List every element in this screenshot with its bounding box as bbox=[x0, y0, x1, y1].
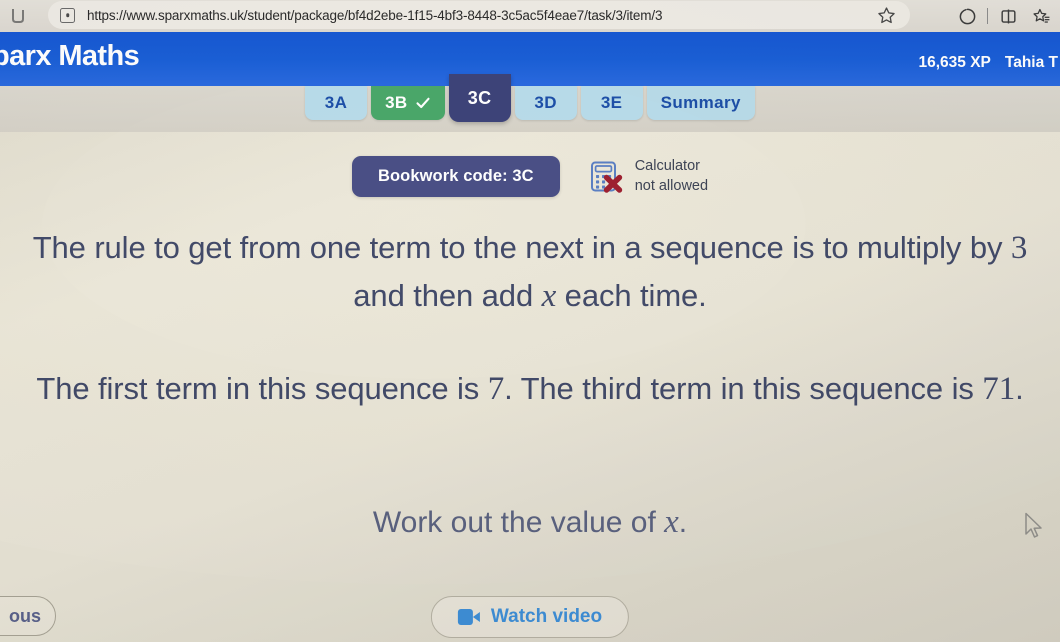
tab-3e-label: 3E bbox=[600, 93, 623, 112]
xp-counter: 16,635 XP bbox=[918, 54, 991, 71]
q2-text-mid: . The third term in this sequence is bbox=[504, 371, 983, 407]
tab-3b[interactable]: 3B bbox=[371, 86, 445, 120]
address-bar[interactable]: https://www.sparxmaths.uk/student/packag… bbox=[48, 1, 910, 29]
tab-3a-label: 3A bbox=[324, 93, 348, 112]
previous-button[interactable]: ous bbox=[0, 596, 56, 636]
task-tabs: 3A 3B 3C 3D 3E Summary bbox=[0, 74, 1060, 132]
q1-variable: x bbox=[541, 278, 557, 315]
instruction-post: . bbox=[678, 506, 688, 539]
user-name[interactable]: Tahia T bbox=[1005, 54, 1058, 72]
calculator-line-2: not allowed bbox=[634, 177, 709, 194]
collections-icon[interactable] bbox=[1026, 1, 1056, 31]
split-screen-icon[interactable] bbox=[993, 1, 1023, 31]
calculator-status: Calculator not allowed bbox=[588, 157, 708, 195]
q1-text-pre: The rule to get from one term to the nex… bbox=[32, 230, 1011, 265]
tab-3d-label: 3D bbox=[534, 93, 557, 112]
tab-3d[interactable]: 3D bbox=[514, 86, 577, 120]
q2-text-pre: The first term in this sequence is bbox=[36, 371, 488, 407]
watch-video-label: Watch video bbox=[490, 606, 603, 627]
q2-first-term: 7 bbox=[487, 371, 505, 408]
tab-3a[interactable]: 3A bbox=[305, 86, 368, 120]
question-content-area: Bookwork code: 3C Calculator not allowed… bbox=[0, 132, 1060, 642]
tab-3c-label: 3C bbox=[467, 87, 492, 108]
watch-video-button[interactable]: Watch video bbox=[430, 596, 630, 638]
browser-toolbar: https://www.sparxmaths.uk/student/packag… bbox=[0, 0, 1060, 32]
question-body: The rule to get from one term to the nex… bbox=[0, 224, 1060, 414]
q2-third-term: 71 bbox=[982, 371, 1016, 408]
bookwork-toolbar: Bookwork code: 3C Calculator not allowed bbox=[0, 156, 1060, 197]
calculator-status-label: Calculator not allowed bbox=[635, 157, 708, 195]
browser-action-icons bbox=[952, 0, 1056, 32]
bookwork-code-badge: Bookwork code: 3C bbox=[351, 156, 560, 197]
question-paragraph-1: The rule to get from one term to the nex… bbox=[22, 224, 1038, 320]
question-instruction: Work out the value of x. bbox=[0, 504, 1060, 541]
copilot-icon[interactable] bbox=[952, 1, 982, 31]
check-icon bbox=[415, 95, 431, 111]
tab-summary-label: Summary bbox=[660, 93, 741, 112]
app-header: parx Maths 16,635 XP Tahia T bbox=[0, 32, 1060, 86]
previous-button-label: ous bbox=[8, 605, 41, 626]
q1-multiplier: 3 bbox=[1010, 230, 1028, 266]
q2-text-post: . bbox=[1015, 371, 1024, 407]
toolbar-divider bbox=[987, 8, 988, 24]
instruction-variable: x bbox=[664, 504, 679, 540]
video-camera-icon bbox=[457, 609, 480, 625]
site-info-icon[interactable] bbox=[60, 7, 75, 23]
q1-text-mid: and then add bbox=[353, 278, 542, 314]
calculator-line-1: Calculator bbox=[634, 158, 700, 175]
tab-summary[interactable]: Summary bbox=[646, 86, 755, 120]
header-user-info: 16,635 XP Tahia T bbox=[918, 54, 1060, 72]
tab-icon[interactable] bbox=[8, 5, 34, 27]
tab-3b-label: 3B bbox=[385, 93, 408, 112]
calculator-not-allowed-icon bbox=[588, 158, 626, 196]
app-logo[interactable]: parx Maths bbox=[0, 40, 140, 73]
tab-3c[interactable]: 3C bbox=[448, 74, 511, 122]
tab-3e[interactable]: 3E bbox=[580, 86, 643, 120]
url-text: https://www.sparxmaths.uk/student/packag… bbox=[87, 7, 663, 23]
instruction-pre: Work out the value of bbox=[372, 506, 665, 539]
question-paragraph-2: The first term in this sequence is 7. Th… bbox=[22, 365, 1038, 413]
q1-text-post: each time. bbox=[556, 278, 707, 314]
star-icon[interactable] bbox=[877, 6, 896, 25]
